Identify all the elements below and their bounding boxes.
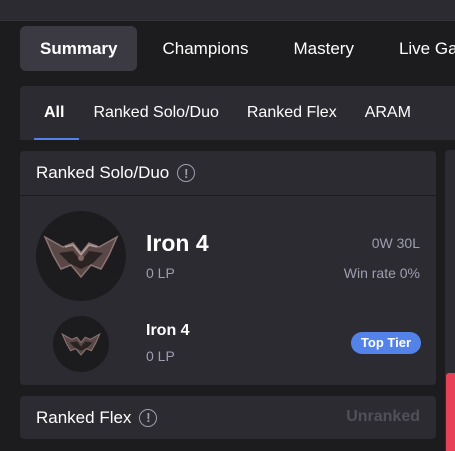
profile-tabs: Summary Champions Mastery Live Ga <box>20 26 455 71</box>
ranked-solo-card: Ranked Solo/Duo ! Iron 4 0 LP 0W 30L Win… <box>20 151 436 385</box>
ranked-solo-title: Ranked Solo/Duo <box>36 163 170 182</box>
ranked-flex-card: Ranked Flex ! Unranked <box>20 396 436 439</box>
top-bar <box>0 0 455 21</box>
top-tier-badge: Top Tier <box>350 332 421 354</box>
ranked-flex-title: Ranked Flex <box>36 407 132 427</box>
current-lp: 0 LP <box>146 265 175 281</box>
queue-tab-ranked-flex[interactable]: Ranked Flex <box>233 86 351 140</box>
tab-mastery[interactable]: Mastery <box>273 26 373 71</box>
queue-filter-tabs: All Ranked Solo/Duo Ranked Flex ARAM <box>20 86 455 140</box>
win-loss-record: 0W 30L <box>371 235 420 251</box>
queue-tab-ranked-solo-duo[interactable]: Ranked Solo/Duo <box>79 86 232 140</box>
flex-status: Unranked <box>346 408 420 425</box>
iron-emblem-icon <box>36 211 126 301</box>
tab-champions[interactable]: Champions <box>142 26 268 71</box>
tab-live-game[interactable]: Live Ga <box>379 26 455 71</box>
peak-lp: 0 LP <box>146 348 175 364</box>
queue-tab-aram[interactable]: ARAM <box>351 86 425 140</box>
queue-tab-all[interactable]: All <box>20 86 80 140</box>
iron-emblem-small-icon <box>53 316 109 372</box>
info-icon[interactable]: ! <box>139 408 158 427</box>
info-icon[interactable]: ! <box>177 164 196 182</box>
tab-summary[interactable]: Summary <box>20 26 138 71</box>
loss-indicator-bar <box>446 373 455 451</box>
peak-tier: Iron 4 <box>146 322 190 339</box>
current-tier: Iron 4 <box>146 230 209 256</box>
win-rate: Win rate 0% <box>343 265 420 281</box>
ranked-solo-header: Ranked Solo/Duo ! <box>20 151 436 196</box>
